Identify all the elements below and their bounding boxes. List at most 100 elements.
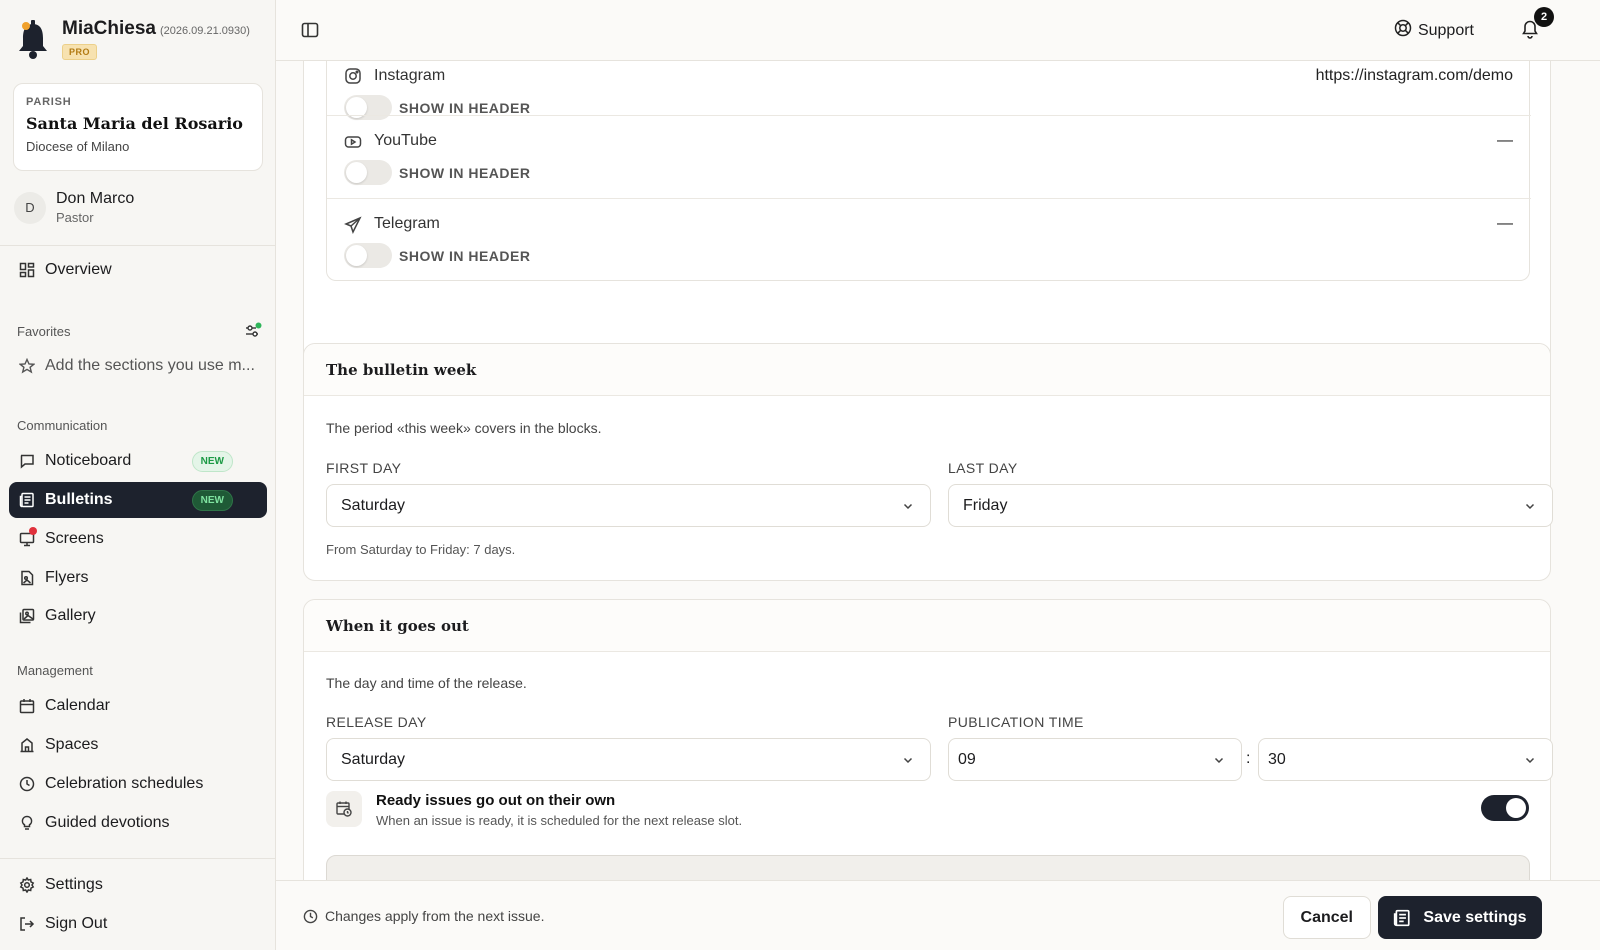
- youtube-icon: [344, 133, 362, 151]
- support-button[interactable]: Support: [1394, 19, 1474, 42]
- clock-icon: [18, 776, 35, 793]
- show-in-header-label: SHOW IN HEADER: [399, 165, 531, 181]
- first-day-label: FIRST DAY: [326, 460, 402, 476]
- instagram-icon: [344, 67, 362, 85]
- support-label: Support: [1417, 21, 1474, 39]
- sidebar-item-spaces[interactable]: Spaces: [9, 727, 267, 763]
- show-in-header-toggle[interactable]: [344, 243, 392, 268]
- sidebar-item-label: Celebration schedules: [45, 775, 204, 792]
- sidebar: MiaChiesa (2026.09.21.0930) PRO PARISH Sa…: [0, 0, 276, 950]
- chevron-down-icon: [903, 503, 913, 510]
- release-day-select[interactable]: Saturday: [326, 738, 931, 781]
- release-card: When it goes out The day and time of the…: [303, 599, 1553, 880]
- collapsed-panel[interactable]: [326, 855, 1530, 880]
- favorites-hint-text: Add the sections you use m...: [45, 357, 255, 374]
- social-row-youtube: YouTube — SHOW IN HEADER: [327, 115, 1531, 198]
- card-description: The period «this week» covers in the blo…: [326, 420, 602, 436]
- telegram-icon: [344, 216, 362, 234]
- show-in-header-toggle[interactable]: [344, 160, 392, 185]
- social-url[interactable]: https://instagram.com/demo: [1316, 67, 1513, 85]
- sidebar-item-label: Overview: [45, 261, 112, 278]
- social-links-card: Instagram https://instagram.com/demo SHO…: [303, 61, 1551, 385]
- cancel-button[interactable]: Cancel: [1282, 896, 1371, 939]
- communication-label: Communication: [17, 418, 108, 433]
- sidebar-item-celebration-schedules[interactable]: Celebration schedules: [9, 766, 267, 802]
- last-day-value: Friday: [963, 496, 1008, 514]
- minute-select[interactable]: 30: [1258, 738, 1553, 781]
- last-day-label: LAST DAY: [948, 460, 1018, 476]
- user-profile[interactable]: D Don Marco Pastor: [14, 190, 134, 225]
- sidebar-item-screens[interactable]: Screens: [9, 521, 267, 557]
- sidebar-item-noticeboard[interactable]: Noticeboard NEW: [9, 443, 267, 479]
- customize-favorites-icon[interactable]: [244, 322, 262, 344]
- save-settings-button[interactable]: Save settings: [1378, 896, 1542, 939]
- plan-badge: PRO: [62, 44, 98, 60]
- social-url[interactable]: —: [1497, 132, 1513, 150]
- release-day-value: Saturday: [341, 750, 406, 768]
- chevron-down-icon: [903, 757, 913, 764]
- new-badge: NEW: [191, 450, 233, 472]
- chevron-down-icon: [1525, 503, 1535, 510]
- parish-name: Santa Maria del Rosario: [26, 114, 243, 133]
- sidebar-item-bulletins[interactable]: Bulletins NEW: [9, 482, 267, 518]
- app-version: (2026.09.21.0930): [159, 25, 250, 37]
- notifications-button[interactable]: 2: [1520, 7, 1554, 41]
- dashboard-icon: [18, 262, 35, 279]
- sidebar-item-label: Guided devotions: [45, 814, 170, 831]
- monitor-icon: [18, 526, 37, 548]
- auto-release-subtitle: When an issue is ready, it is scheduled …: [376, 813, 743, 828]
- parish-diocese: Diocese of Milano: [26, 139, 130, 154]
- sidebar-item-label: Flyers: [45, 569, 89, 586]
- social-name: Instagram: [374, 67, 446, 84]
- publication-time-label: PUBLICATION TIME: [948, 714, 1084, 730]
- calendar-icon: [18, 698, 35, 715]
- gear-icon: [18, 877, 35, 894]
- social-name: YouTube: [374, 132, 437, 149]
- auto-release-toggle[interactable]: [1481, 795, 1529, 821]
- sidebar-item-label: Sign Out: [45, 915, 108, 932]
- auto-release-title: Ready issues go out on their own: [376, 792, 616, 809]
- sidebar-item-flyers[interactable]: Flyers: [9, 560, 267, 596]
- message-icon: [18, 453, 35, 470]
- management-label: Management: [17, 663, 93, 678]
- sidebar-item-settings[interactable]: Settings: [9, 867, 267, 903]
- hour-select[interactable]: 09: [948, 738, 1242, 781]
- newspaper-icon: [18, 492, 35, 509]
- calendar-clock-icon: [326, 791, 362, 827]
- show-in-header-label: SHOW IN HEADER: [399, 100, 531, 116]
- card-description: The day and time of the release.: [326, 675, 527, 691]
- card-title: The bulletin week: [304, 344, 1550, 396]
- images-icon: [18, 608, 35, 625]
- social-url[interactable]: —: [1497, 215, 1513, 233]
- avatar: D: [14, 191, 46, 224]
- brand[interactable]: MiaChiesa (2026.09.21.0930) PRO: [16, 18, 250, 62]
- sidebar-item-gallery[interactable]: Gallery: [9, 598, 267, 634]
- parish-card[interactable]: PARISH Santa Maria del Rosario Diocese o…: [13, 83, 263, 171]
- week-summary: From Saturday to Friday: 7 days.: [326, 542, 516, 557]
- user-role: Pastor: [56, 210, 94, 225]
- first-day-select[interactable]: Saturday: [326, 484, 931, 527]
- sidebar-divider: [0, 245, 275, 246]
- show-in-header-label: SHOW IN HEADER: [399, 248, 531, 264]
- sidebar-item-label: Spaces: [45, 736, 99, 753]
- sidebar-item-label: Noticeboard: [45, 452, 132, 469]
- sidebar-item-sign-out[interactable]: Sign Out: [9, 906, 267, 942]
- footer-bar: Changes apply from the next issue. Cance…: [276, 880, 1600, 950]
- lightbulb-icon: [18, 815, 35, 832]
- social-name: Telegram: [374, 215, 440, 232]
- sidebar-item-overview[interactable]: Overview: [9, 252, 267, 288]
- church-icon: [18, 737, 35, 754]
- lifebuoy-icon: [1394, 19, 1412, 42]
- chevron-down-icon: [1214, 757, 1224, 764]
- new-badge: NEW: [191, 489, 233, 511]
- hour-value: 09: [958, 750, 976, 768]
- user-name: Don Marco: [56, 190, 135, 207]
- chevron-down-icon: [1525, 757, 1535, 764]
- sidebar-item-calendar[interactable]: Calendar: [9, 688, 267, 724]
- sidebar-toggle-icon[interactable]: [300, 20, 320, 40]
- clock-icon: [303, 909, 318, 923]
- sidebar-item-guided-devotions[interactable]: Guided devotions: [9, 805, 267, 841]
- sidebar-item-label: Calendar: [45, 697, 110, 714]
- footer-note: Changes apply from the next issue.: [303, 908, 544, 924]
- last-day-select[interactable]: Friday: [948, 484, 1553, 527]
